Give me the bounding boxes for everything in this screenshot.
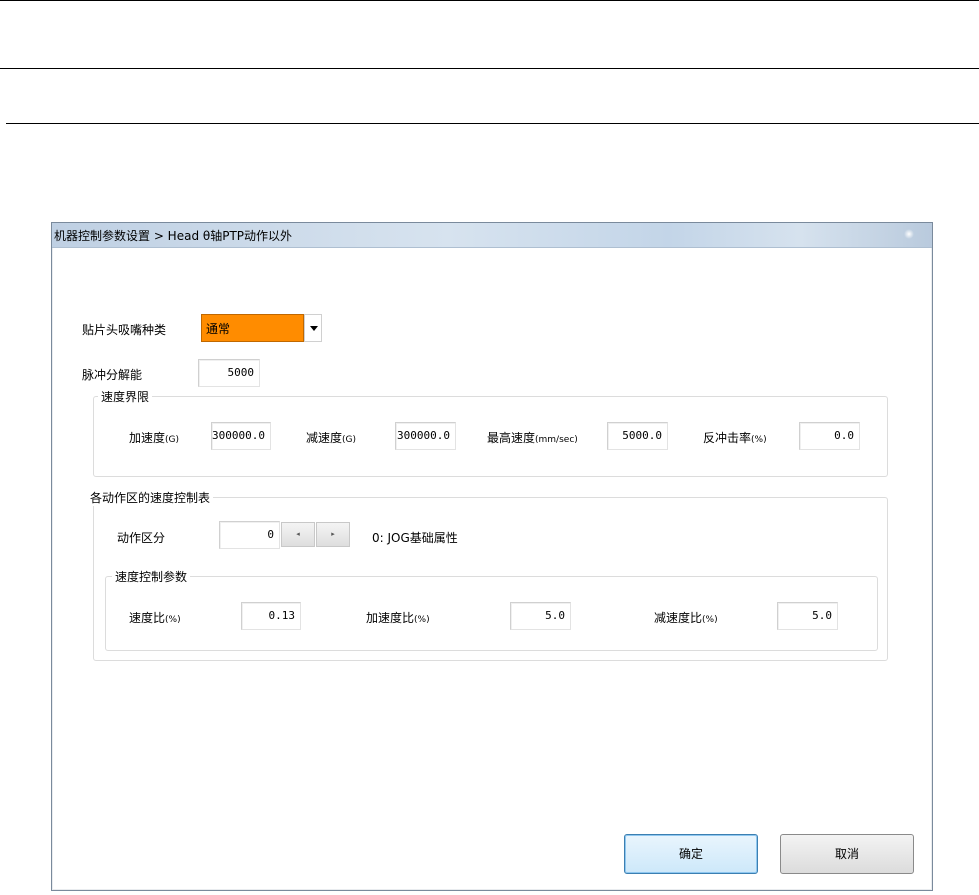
separator-line-1 [0,68,979,69]
settings-dialog: 机器控制参数设置 > Head θ轴PTP动作以外 贴片头吸嘴种类 通常 脉冲分… [51,222,933,891]
title-glow-icon [904,229,914,239]
ok-button[interactable]: 确定 [624,834,758,874]
backlash-rate-label: 反冲击率(%) [703,431,767,445]
top-border-line [0,0,979,1]
speed-params-legend: 速度控制参数 [112,568,191,585]
accel-ratio-label: 加速度比(%) [366,611,430,625]
decel-input[interactable]: 300000.0 [395,422,456,450]
zone-label: 动作区分 [117,531,166,545]
pulse-resolution-input[interactable]: 5000 [198,359,260,387]
dialog-content: 贴片头吸嘴种类 通常 脉冲分解能 5000 速度界限 加速度(G) 300000… [53,248,931,889]
accel-label: 加速度(G) [129,431,180,445]
cancel-button[interactable]: 取消 [780,834,914,874]
separator-line-2 [6,123,979,124]
speed-ratio-label: 速度比(%) [129,611,181,625]
speed-control-table-legend: 各动作区的速度控制表 [87,489,214,506]
nozzle-type-label: 贴片头吸嘴种类 [82,323,167,337]
title-bar[interactable]: 机器控制参数设置 > Head θ轴PTP动作以外 [52,223,932,248]
accel-ratio-input[interactable]: 5.0 [510,602,571,630]
speed-ratio-input[interactable]: 0.13 [241,602,301,630]
max-speed-label: 最高速度(mm/sec) [487,431,578,445]
decel-ratio-input[interactable]: 5.0 [777,602,838,630]
arrow-left-icon: ◂ [296,530,300,538]
zone-prev-button[interactable]: ◂ [281,522,315,547]
accel-input[interactable]: 300000.0 [211,422,271,450]
pulse-resolution-label: 脉冲分解能 [82,368,143,382]
speed-params-group [105,576,878,651]
window-title: 机器控制参数设置 > Head θ轴PTP动作以外 [54,229,293,243]
chevron-down-icon[interactable] [304,314,322,342]
nozzle-type-select[interactable]: 通常 [201,314,304,342]
decel-label: 减速度(G) [306,431,357,445]
zone-description: 0: JOG基础属性 [372,531,458,545]
decel-ratio-label: 减速度比(%) [654,611,718,625]
backlash-rate-input[interactable]: 0.0 [799,422,860,450]
speed-limit-legend: 速度界限 [98,388,153,405]
arrow-right-icon: ▸ [331,530,335,538]
zone-input[interactable]: 0 [219,521,280,549]
max-speed-input[interactable]: 5000.0 [607,422,668,450]
zone-next-button[interactable]: ▸ [316,522,350,547]
